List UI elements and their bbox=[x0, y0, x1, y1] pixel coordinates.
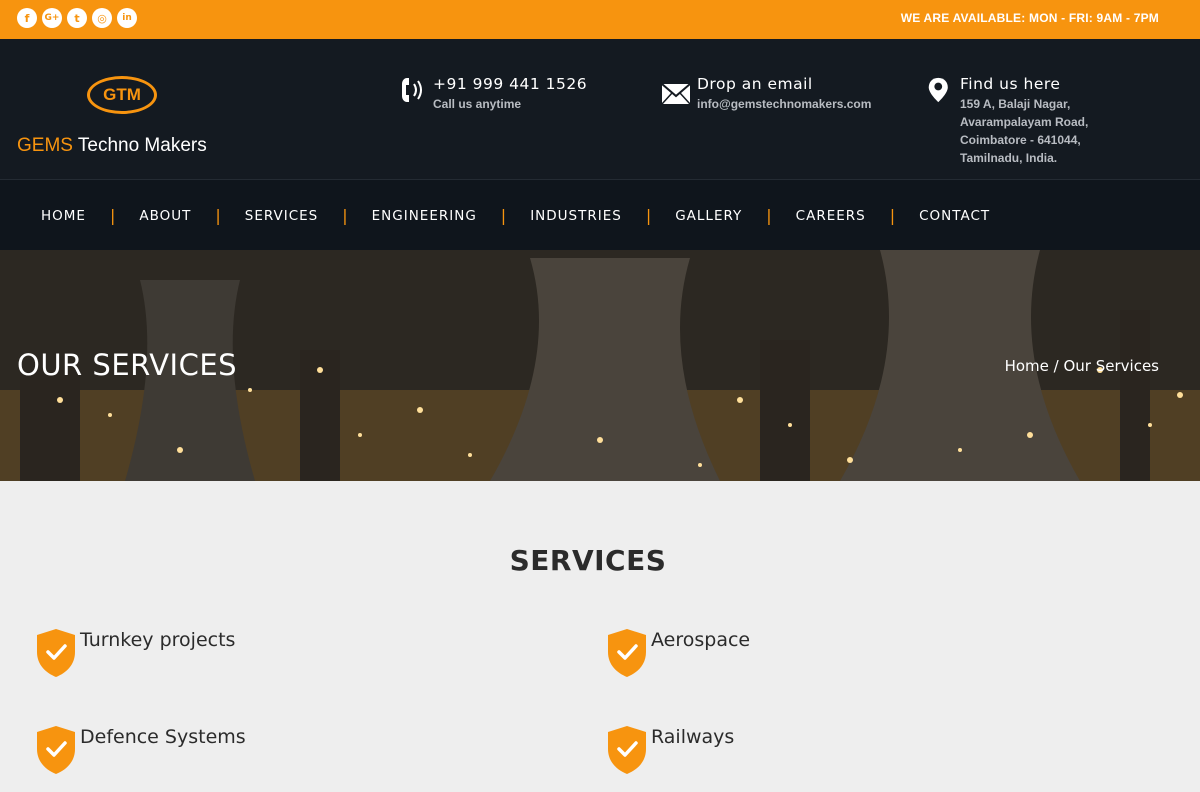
nav-separator: | bbox=[645, 206, 652, 225]
service-label: Turnkey projects bbox=[80, 629, 236, 651]
top-bar: f G+ t ◎ in WE ARE AVAILABLE: MON - FRI:… bbox=[0, 0, 1200, 39]
nav-separator: | bbox=[342, 206, 348, 225]
service-item-railways[interactable]: Railways bbox=[606, 725, 734, 775]
nav-list: HOME | ABOUT | SERVICES | ENGINEERING | … bbox=[41, 206, 990, 225]
nav-item-gallery[interactable]: GALLERY bbox=[675, 208, 742, 224]
breadcrumb-home-link[interactable]: Home bbox=[1005, 357, 1049, 375]
logo[interactable]: GTM bbox=[87, 76, 157, 114]
breadcrumb-current: Our Services bbox=[1063, 357, 1159, 375]
service-item-turnkey-projects[interactable]: Turnkey projects bbox=[35, 628, 235, 678]
service-label: Railways bbox=[651, 726, 735, 748]
services-heading: SERVICES bbox=[509, 544, 667, 577]
hero-banner: OUR SERVICES Home / Our Services bbox=[0, 250, 1200, 481]
breadcrumb: Home / Our Services bbox=[1005, 357, 1159, 375]
nav-item-services[interactable]: SERVICES bbox=[245, 208, 318, 224]
address-line: 159 A, Balaji Nagar, bbox=[960, 97, 1071, 111]
social-links: f G+ t ◎ in bbox=[17, 8, 137, 28]
shield-check-icon bbox=[608, 629, 646, 677]
nav-separator: | bbox=[109, 206, 116, 225]
nav-item-about[interactable]: ABOUT bbox=[139, 208, 191, 224]
address-line: Avarampalayam Road, bbox=[960, 115, 1089, 129]
availability-text: WE ARE AVAILABLE: MON - FRI: 9AM - 7PM bbox=[900, 11, 1159, 25]
phone-subtitle: Call us anytime bbox=[433, 97, 522, 111]
service-item-defence-systems[interactable]: Defence Systems bbox=[35, 725, 246, 775]
brand-name[interactable]: GEMS Techno Makers bbox=[17, 135, 207, 157]
page-title: OUR SERVICES bbox=[17, 348, 238, 382]
email-address[interactable]: info@gemstechnomakers.com bbox=[697, 95, 871, 113]
phone-number[interactable]: +91 999 441 1526 bbox=[433, 75, 587, 93]
twitter-icon[interactable]: t bbox=[67, 8, 87, 28]
service-label: Defence Systems bbox=[80, 726, 246, 748]
nav-item-home[interactable]: HOME bbox=[41, 208, 86, 224]
nav-separator: | bbox=[500, 206, 507, 225]
nav-separator: | bbox=[766, 206, 772, 225]
shield-check-icon bbox=[37, 726, 75, 774]
brand-rest: Techno Makers bbox=[72, 135, 207, 156]
brand-accent: GEMS bbox=[17, 135, 73, 156]
nav-item-engineering[interactable]: ENGINEERING bbox=[372, 208, 477, 224]
location-title: Find us here bbox=[960, 75, 1061, 93]
google-plus-icon[interactable]: G+ bbox=[42, 8, 62, 28]
main-nav: HOME | ABOUT | SERVICES | ENGINEERING | … bbox=[0, 179, 1200, 250]
map-pin-icon bbox=[928, 77, 948, 103]
address: 159 A, Balaji Nagar, Avarampalayam Road,… bbox=[960, 95, 1088, 167]
service-label: Aerospace bbox=[651, 629, 751, 651]
email-title: Drop an email bbox=[697, 75, 813, 93]
breadcrumb-separator: / bbox=[1048, 357, 1064, 375]
shield-check-icon bbox=[608, 726, 646, 774]
linkedin-icon[interactable]: in bbox=[117, 8, 137, 28]
phone-icon bbox=[402, 78, 422, 102]
envelope-icon bbox=[661, 83, 691, 105]
address-line: Tamilnadu, India. bbox=[960, 151, 1058, 165]
nav-separator: | bbox=[889, 206, 896, 225]
instagram-icon[interactable]: ◎ bbox=[92, 8, 112, 28]
address-line: Coimbatore - 641044, bbox=[960, 133, 1081, 147]
nav-separator: | bbox=[215, 206, 221, 225]
nav-item-industries[interactable]: INDUSTRIES bbox=[530, 208, 622, 224]
service-item-aerospace[interactable]: Aerospace bbox=[606, 628, 750, 678]
site-header: GTM GEMS Techno Makers +91 999 441 1526 … bbox=[0, 39, 1200, 179]
facebook-icon[interactable]: f bbox=[17, 8, 37, 28]
nav-item-contact[interactable]: CONTACT bbox=[919, 208, 990, 224]
shield-check-icon bbox=[37, 629, 75, 677]
nav-item-careers[interactable]: CAREERS bbox=[796, 208, 866, 224]
